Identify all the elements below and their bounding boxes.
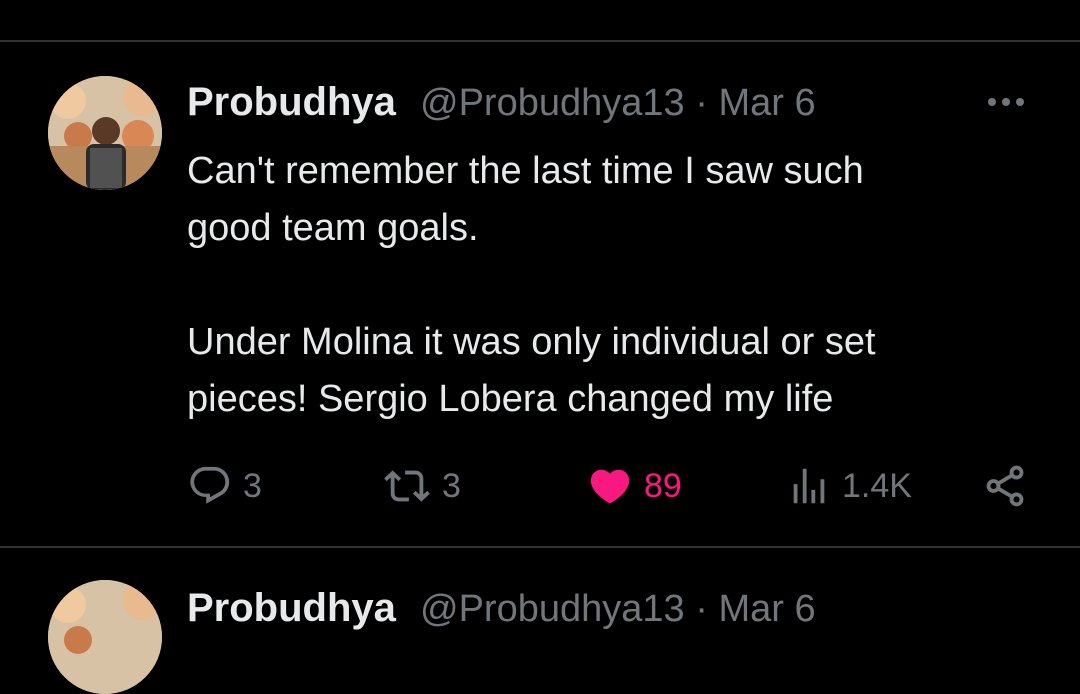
- tweet-text: Can't remember the last time I saw such …: [187, 143, 1047, 428]
- retweet-count: 3: [442, 466, 461, 505]
- reply-button[interactable]: 3: [187, 462, 262, 510]
- more-icon: [988, 98, 1024, 106]
- like-count: 89: [644, 466, 682, 505]
- avatar[interactable]: [48, 76, 162, 190]
- reply-icon: [190, 466, 230, 504]
- author-name[interactable]: Probudhya: [187, 586, 396, 631]
- tweet-date[interactable]: Mar 6: [718, 588, 815, 630]
- author-name[interactable]: Probudhya: [187, 80, 396, 125]
- more-button[interactable]: [984, 88, 1028, 116]
- share-button[interactable]: [982, 462, 1028, 510]
- separator: ·: [695, 82, 708, 124]
- share-icon: [986, 465, 1024, 507]
- author-handle[interactable]: @Probudhya13: [420, 82, 685, 124]
- views-icon: [793, 468, 825, 504]
- like-icon: [590, 469, 630, 504]
- tweet-text-line: Under Molina it was only individual or s…: [187, 321, 876, 363]
- reply-count: 3: [243, 466, 262, 505]
- views-count: 1.4K: [842, 466, 912, 505]
- views-button[interactable]: 1.4K: [786, 462, 912, 510]
- retweet-button[interactable]: 3: [382, 462, 461, 510]
- avatar[interactable]: [48, 580, 162, 694]
- like-button[interactable]: 89: [586, 462, 682, 510]
- avatar-photo: [48, 76, 162, 190]
- top-divider: [0, 40, 1080, 42]
- tweet-text-line: good team goals.: [187, 207, 479, 249]
- author-handle-and-date[interactable]: @Probudhya13 · Mar 6: [420, 588, 816, 631]
- retweet-icon: [384, 470, 430, 502]
- bottom-divider: [0, 546, 1080, 548]
- tweet-text-line: pieces! Sergio Lobera changed my life: [187, 378, 834, 420]
- avatar-photo: [48, 580, 162, 694]
- tweet-date[interactable]: Mar 6: [718, 82, 815, 124]
- author-handle-and-date[interactable]: @Probudhya13 · Mar 6: [420, 82, 816, 125]
- tweet-text-line: Can't remember the last time I saw such: [187, 150, 864, 192]
- separator: ·: [695, 588, 708, 630]
- author-handle[interactable]: @Probudhya13: [420, 588, 685, 630]
